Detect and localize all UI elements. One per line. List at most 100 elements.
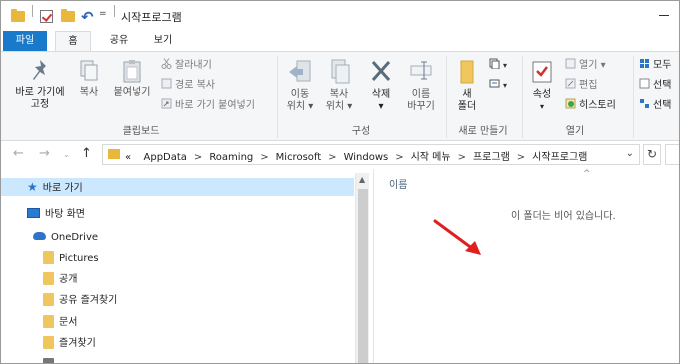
forward-button[interactable]: →: [39, 146, 50, 161]
history-icon: [565, 98, 576, 109]
properties-button[interactable]: 속성 ▾: [527, 58, 557, 113]
nav-item-shared-favorites[interactable]: 공유 즐겨찾기: [43, 292, 117, 310]
new-folder-label-line2: 폴더: [457, 101, 477, 112]
checkmark-icon: [40, 10, 53, 23]
breadcrumb-separator[interactable]: >: [395, 152, 403, 163]
properties-icon: [530, 58, 554, 86]
breadcrumb-roaming[interactable]: Roaming: [209, 152, 253, 163]
folder-icon: [43, 272, 54, 285]
copy-path-button[interactable]: 경로 복사: [161, 78, 215, 92]
breadcrumb-windows[interactable]: Windows: [344, 152, 389, 163]
new-folder-icon: [456, 58, 478, 86]
nav-item-onedrive[interactable]: OneDrive: [33, 229, 98, 247]
nav-item-public[interactable]: 공개: [43, 271, 77, 289]
paste-button[interactable]: 붙여넣기: [109, 58, 155, 99]
tab-view[interactable]: 보기: [143, 31, 183, 51]
address-bar[interactable]: « AppData > Roaming > Microsoft > Windows > 시작 메…: [102, 144, 640, 165]
breadcrumb-programs[interactable]: 프로그램: [473, 148, 510, 163]
nav-item-favorites[interactable]: 즐겨찾기: [43, 335, 96, 353]
new-folder-label-line1: 새: [462, 89, 472, 100]
select-all-label: 모두: [653, 60, 672, 71]
copy-to-button[interactable]: 복사 위치 ▾: [321, 58, 357, 113]
breadcrumb-overflow[interactable]: «: [125, 152, 131, 163]
divider: [114, 5, 115, 17]
breadcrumb-separator[interactable]: >: [458, 152, 466, 163]
rename-icon: [408, 58, 434, 86]
search-input[interactable]: [665, 144, 679, 165]
copy-to-label-line1: 복사: [329, 89, 349, 100]
tab-share[interactable]: 공유: [99, 31, 139, 51]
select-all-button[interactable]: 모두: [639, 58, 671, 72]
breadcrumb-separator[interactable]: >: [328, 152, 336, 163]
recent-locations-button[interactable]: ⌄: [63, 150, 70, 159]
nav-item-partial[interactable]: [43, 357, 59, 363]
new-group-label: 새로 만들기: [458, 126, 508, 137]
desktop-icon: [27, 208, 40, 218]
open-button[interactable]: 열기 ▾: [565, 58, 606, 72]
address-dropdown-button[interactable]: ⌄: [626, 148, 634, 159]
select-none-button[interactable]: 선택: [639, 78, 671, 92]
new-folder-button[interactable]: 새 폴더: [451, 58, 483, 113]
breadcrumb-separator[interactable]: >: [260, 152, 268, 163]
properties-arrow: ▾: [539, 102, 544, 111]
nav-scrollbar[interactable]: ▲: [355, 173, 369, 363]
file-list-pane[interactable]: 이름 ^ 이 폴더는 비어 있습니다.: [373, 169, 679, 363]
nav-item-desktop[interactable]: 바탕 화면: [27, 206, 85, 224]
nav-item-quick-access[interactable]: ★ 바로 가기: [1, 178, 354, 196]
edit-label: 편집: [579, 80, 598, 91]
tab-file[interactable]: 파일: [3, 31, 47, 51]
back-button[interactable]: ←: [13, 146, 24, 161]
empty-folder-message: 이 폴더는 비어 있습니다.: [511, 211, 616, 222]
folder-icon: [43, 358, 54, 363]
breadcrumb-startup[interactable]: 시작프로그램: [532, 148, 587, 163]
nav-item-label: 공유 즐겨찾기: [59, 295, 118, 306]
edit-button[interactable]: 편집: [565, 78, 597, 92]
delete-button[interactable]: 삭제 ▾: [365, 58, 397, 113]
history-button[interactable]: 히스토리: [565, 98, 616, 112]
copy-to-icon: [326, 58, 352, 86]
easy-access-button[interactable]: ▾: [489, 78, 507, 92]
pin-to-quick-access-button[interactable]: 바로 가기에 고정: [9, 58, 71, 111]
invert-selection-button[interactable]: 선택: [639, 98, 671, 112]
scroll-up-arrow-icon[interactable]: ▲: [359, 175, 365, 184]
breadcrumb-appdata[interactable]: AppData: [144, 152, 187, 163]
invert-selection-label: 선택: [653, 100, 672, 111]
nav-item-label: 바탕 화면: [45, 209, 85, 220]
copy-button[interactable]: 복사: [73, 58, 105, 99]
new-item-button[interactable]: ▾: [489, 58, 507, 72]
breadcrumb-separator[interactable]: >: [194, 152, 202, 163]
copy-path-label: 경로 복사: [175, 80, 215, 91]
nav-item-documents[interactable]: 문서: [43, 314, 77, 332]
nav-item-label: OneDrive: [51, 232, 99, 243]
breadcrumb-separator[interactable]: >: [517, 152, 525, 163]
new-item-icon: [489, 58, 500, 70]
customize-toolbar-button[interactable]: =: [99, 9, 107, 25]
up-button[interactable]: ↑: [81, 146, 92, 161]
breadcrumb-start-menu[interactable]: 시작 메뉴: [411, 148, 451, 163]
navigation-pane: ★ 바로 가기 바탕 화면 OneDrive Pictures 공개 공유 즐겨찾…: [1, 173, 371, 363]
refresh-button[interactable]: ↻: [643, 144, 661, 165]
cut-button[interactable]: 잘라내기: [161, 58, 212, 72]
move-to-button[interactable]: 이동 위치 ▾: [283, 58, 317, 113]
nav-item-pictures[interactable]: Pictures: [43, 250, 99, 268]
column-header-name[interactable]: 이름: [389, 176, 407, 191]
folder-icon: [43, 251, 54, 264]
rename-button[interactable]: 이름 바꾸기: [401, 58, 441, 113]
paste-shortcut-button[interactable]: 바로 가기 붙여넣기: [161, 98, 255, 112]
explorer-window: ↶ = 시작프로그램 파일 홈 공유 보기 바로 가기에 고정 복사 붙여넣기 …: [0, 0, 680, 364]
clipboard-icon: [120, 58, 144, 84]
pin-label-line2: 고정: [30, 99, 50, 110]
properties-label: 속성: [532, 89, 552, 100]
pin-label-line1: 바로 가기에: [15, 87, 65, 98]
group-divider: [277, 56, 278, 138]
pin-icon: [28, 58, 52, 84]
minimize-button[interactable]: [659, 15, 669, 16]
tab-home[interactable]: 홈: [55, 31, 91, 52]
title-bar: ↶ = 시작프로그램: [1, 1, 679, 31]
scrollbar-thumb[interactable]: [358, 189, 368, 363]
star-icon: ★: [27, 180, 38, 194]
easy-access-icon: [489, 78, 500, 89]
invert-selection-icon: [639, 98, 650, 109]
pane-divider[interactable]: [373, 169, 374, 363]
breadcrumb-microsoft[interactable]: Microsoft: [276, 152, 322, 163]
